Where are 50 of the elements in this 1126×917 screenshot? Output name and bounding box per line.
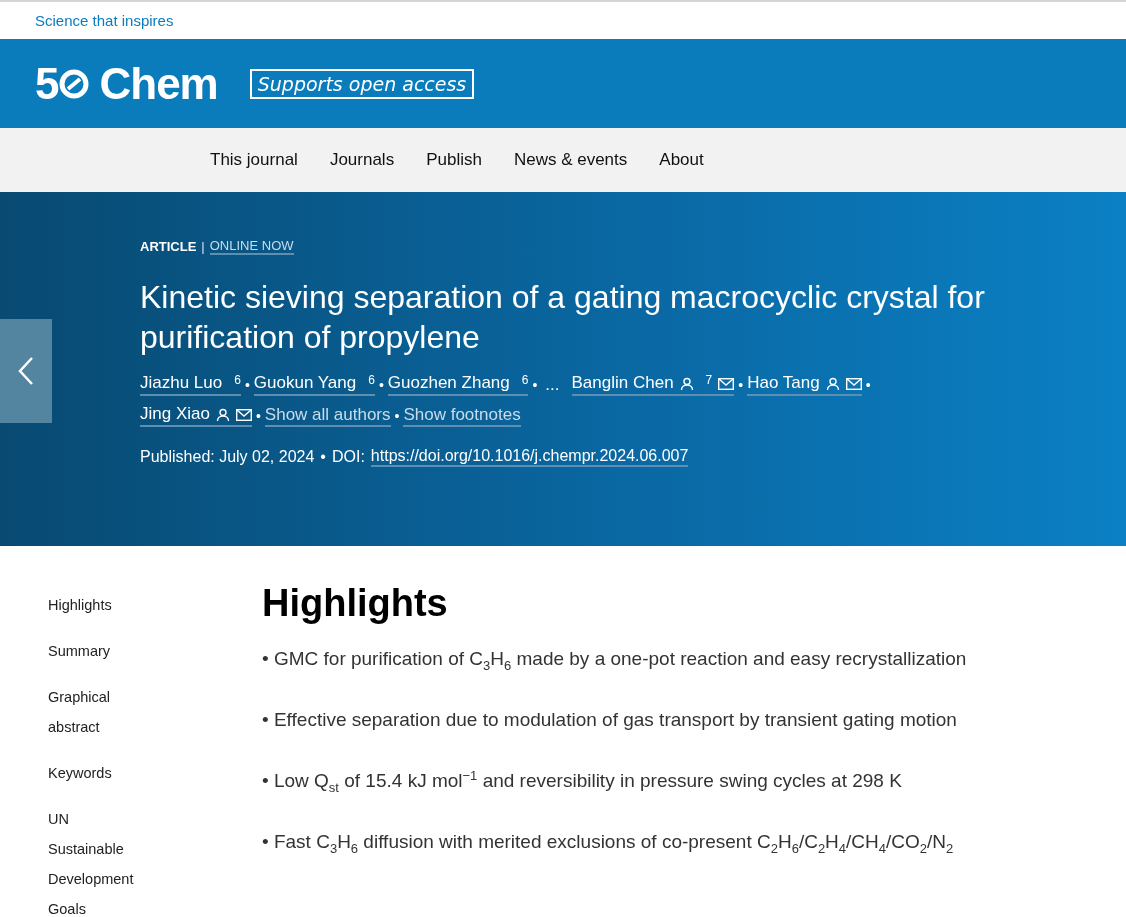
nav-link[interactable]: This journal [194,150,314,170]
separator-dot: • [738,376,744,393]
chevron-left-icon [17,356,35,386]
person-icon [215,408,230,422]
sidebar-link[interactable]: Keywords [48,758,143,788]
nav-link[interactable]: Publish [410,150,498,170]
person-icon [825,377,840,391]
ellipsis-text: ... [545,374,560,395]
author-link[interactable]: Guozhen Zhang 6 [387,373,529,396]
show-link[interactable]: Show all authors [264,404,391,427]
author-link[interactable]: Guokun Yang 6 [253,373,375,396]
article-title: Kinetic sieving separation of a gating macrocyclic crystal for purification of propylene [140,278,986,357]
sidebar-link[interactable]: Summary [48,636,143,666]
author-link[interactable]: Jiazhu Luo 6 [140,373,241,396]
nav-link[interactable]: News & events [497,150,644,170]
article-type: ARTICLE [140,239,197,254]
section-heading: Highlights [262,582,449,625]
mail-icon[interactable] [718,378,735,390]
highlight-item: • Effective separation due to modulation of gas transport by transient gating motion [262,708,958,732]
ring-icon [59,68,90,99]
separator-dot: • [532,376,538,393]
separator-dot: • [378,376,384,393]
sidebar-link[interactable]: Graphical abstract [48,682,143,742]
mail-icon[interactable] [845,378,862,390]
person-icon [679,377,694,391]
highlight-item: • GMC for purification of C$_{3}$H$_{6}$ made by a one-pot reaction and easy recrystallization [262,647,968,671]
open-access-badge: Supports open access [249,68,475,99]
mail-icon[interactable] [235,409,252,421]
highlight-item: • Low Q$_{st}$ of 15.4 kJ mol$^{−1}$ and reversibility in pressure swing cycles at 298 K [262,769,903,793]
published-date: Published: July 02, 2024 [140,448,315,466]
separator-dot: • [394,407,400,424]
sidebar-link[interactable]: UN Sustainable Development Goals [48,804,143,917]
separator-dot: • [255,407,261,424]
doi-label: DOI: [331,448,365,466]
tagline-link[interactable]: Science that inspires [35,12,174,29]
sidebar-link[interactable]: Highlights [48,590,143,620]
separator-dot: • [244,376,250,393]
status-link[interactable]: ONLINE NOW [209,238,294,255]
nav-link[interactable]: Journals [313,150,411,170]
separator-dot: • [865,376,871,393]
author-link[interactable]: Hao Tang [747,373,862,396]
nav-link[interactable]: About [643,150,720,170]
journal-logo[interactable]: 5 Chem [35,58,218,109]
separator-dot: • [320,448,326,466]
author-link[interactable]: Jing Xiao [140,404,252,427]
divider-text: | [201,239,205,254]
doi-link[interactable]: https://doi.org/10.1016/j.chempr.2024.06.007 [370,447,689,467]
highlight-item: • Fast C$_{3}$H$_{6}$ diffusion with merited exclusions of co-present C$_{2}$H$_{6}$/C$_{2}$H$_{4}$/CH$_{4}$/CO$_{2}$/N$_{2}$ [262,830,955,854]
show-link[interactable]: Show footnotes [403,404,521,427]
author-link[interactable]: Banglin Chen 7 [571,373,735,396]
